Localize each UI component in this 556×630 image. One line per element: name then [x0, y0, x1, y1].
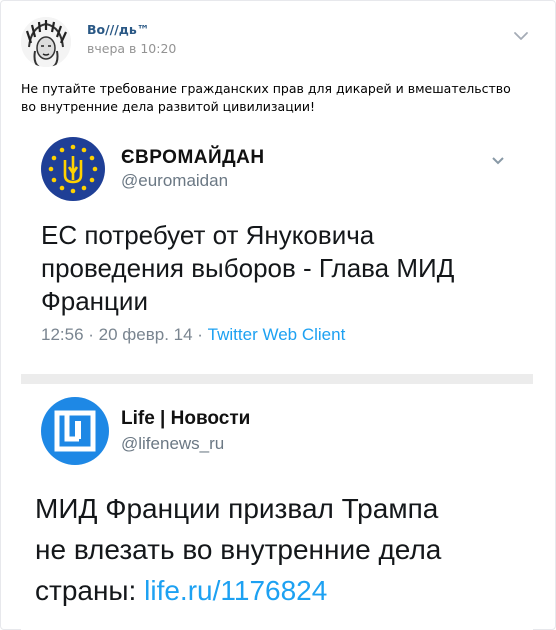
- tweet-author-name: ЄВРОМАЙДАН: [121, 147, 265, 168]
- tweet-card-euromaidan: ЄВРОМАЙДАН @euromaidan ЕС потребует от Я…: [21, 119, 533, 371]
- tweet-body-line: проведения выборов - Глава МИД: [41, 253, 455, 283]
- tweet-body-line: МИД Франции призвал Трампа: [35, 493, 439, 524]
- tweet-body-line: ЕС потребует от Януковича: [41, 220, 375, 250]
- avatar-image: [21, 17, 71, 67]
- divider: [21, 374, 533, 384]
- tweet-body: ЕС потребует от Януковича проведения выб…: [41, 219, 454, 318]
- tweet-author-handle: @euromaidan: [121, 171, 229, 190]
- chevron-down-icon: [491, 151, 505, 165]
- tweet-body-text: страны:: [35, 575, 145, 606]
- tweet-author-name: Life | Новости: [121, 408, 251, 429]
- tweet-card-lifenews: Life | Новости @lifenews_ru МИД Франции …: [21, 384, 533, 630]
- tweet-body-line: не влезать во внутренние дела: [35, 534, 442, 565]
- post-card: Во///дь™ вчера в 10:20 Не путайте требов…: [0, 0, 556, 630]
- author-name-link[interactable]: Во///дь™: [87, 22, 149, 37]
- post-timestamp[interactable]: вчера в 10:20: [87, 41, 176, 56]
- tweet-body: МИД Франции призвал Трампа не влезать во…: [35, 488, 441, 611]
- post-text: Не путайте требование гражданских прав д…: [21, 81, 511, 114]
- tweet-body-line: страны: life.ru/1176824: [35, 570, 441, 611]
- tweet-client-link: Twitter Web Client: [207, 325, 346, 344]
- attached-image[interactable]: ЄВРОМАЙДАН @euromaidan ЕС потребует от Я…: [21, 119, 533, 630]
- euromaidan-logo-icon: [41, 137, 105, 201]
- avatar[interactable]: [21, 17, 71, 67]
- tweet-author-handle: @lifenews_ru: [121, 434, 225, 453]
- tweet-body-line: Франции: [41, 286, 148, 316]
- tweet-link: life.ru/1176824: [144, 575, 328, 606]
- chevron-down-icon[interactable]: [513, 27, 529, 40]
- life-logo-icon: [41, 397, 109, 465]
- tweet-meta: 12:56 · 20 февр. 14 · Twitter Web Client: [41, 325, 345, 345]
- tweet-timestamp: 12:56 · 20 февр. 14 ·: [41, 325, 208, 344]
